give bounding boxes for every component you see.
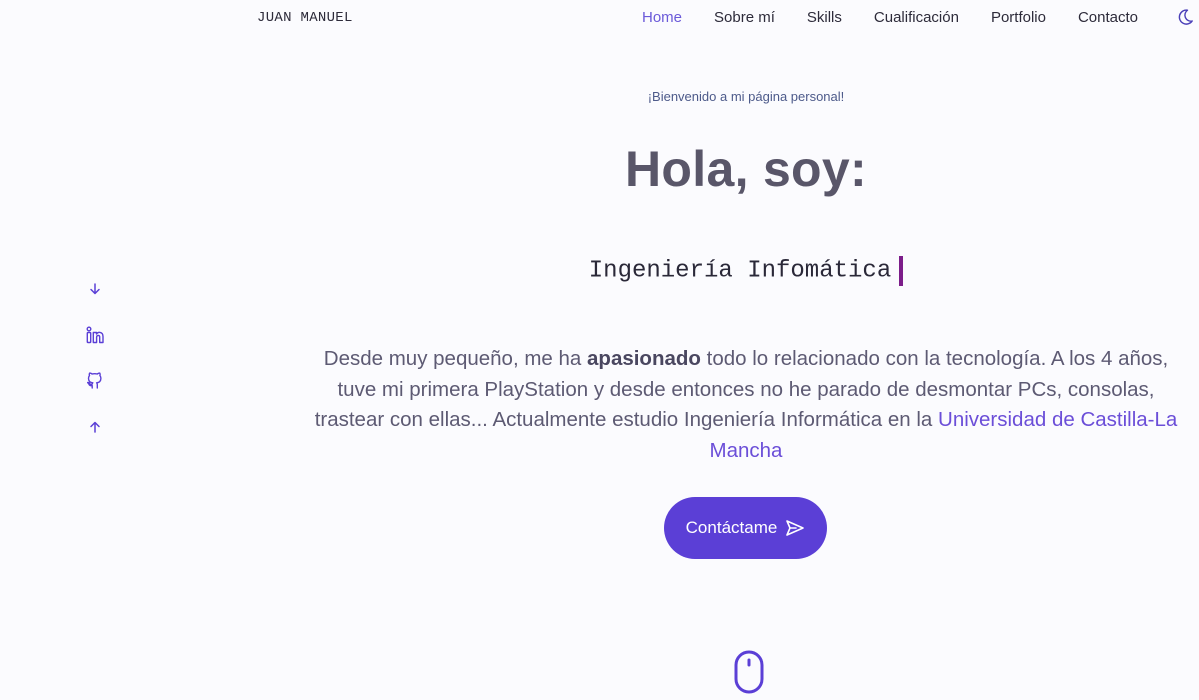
typed-text: Ingeniería Infomática: [588, 257, 892, 285]
description-bold: apasionado: [587, 347, 701, 370]
contact-button[interactable]: Contáctame: [664, 497, 827, 559]
header: JUAN MANUEL Home Sobre mí Skills Cualifi…: [0, 0, 1199, 36]
moon-icon[interactable]: [1178, 8, 1194, 26]
typed-subtitle: Ingeniería Infomática: [292, 256, 1199, 286]
mouse-icon[interactable]: [733, 650, 765, 694]
arrow-down-icon[interactable]: [84, 282, 106, 296]
main-nav: Home Sobre mí Skills Cualificación Portf…: [642, 9, 1170, 26]
linkedin-icon[interactable]: [84, 325, 106, 345]
contact-button-label: Contáctame: [685, 518, 778, 537]
arrow-up-icon[interactable]: [84, 420, 106, 434]
nav-item-portfolio[interactable]: Portfolio: [991, 9, 1046, 26]
hero-title: Hola, soy:: [625, 141, 867, 197]
nav-item-sobre-mi[interactable]: Sobre mí: [714, 9, 775, 26]
site-logo[interactable]: JUAN MANUEL: [257, 10, 353, 26]
nav-item-cualificacion[interactable]: Cualificación: [874, 9, 959, 26]
typing-caret: [899, 256, 904, 286]
hero-description: Desde muy pequeño, me ha apasionado todo…: [302, 344, 1190, 466]
nav-item-home[interactable]: Home: [642, 9, 682, 26]
welcome-text: ¡Bienvenido a mi página personal!: [647, 89, 845, 104]
send-icon: [786, 520, 805, 536]
nav-item-skills[interactable]: Skills: [807, 9, 842, 26]
description-text-start: Desde muy pequeño, me ha: [323, 347, 588, 370]
nav-item-contacto[interactable]: Contacto: [1078, 9, 1138, 26]
github-icon[interactable]: [84, 370, 106, 390]
